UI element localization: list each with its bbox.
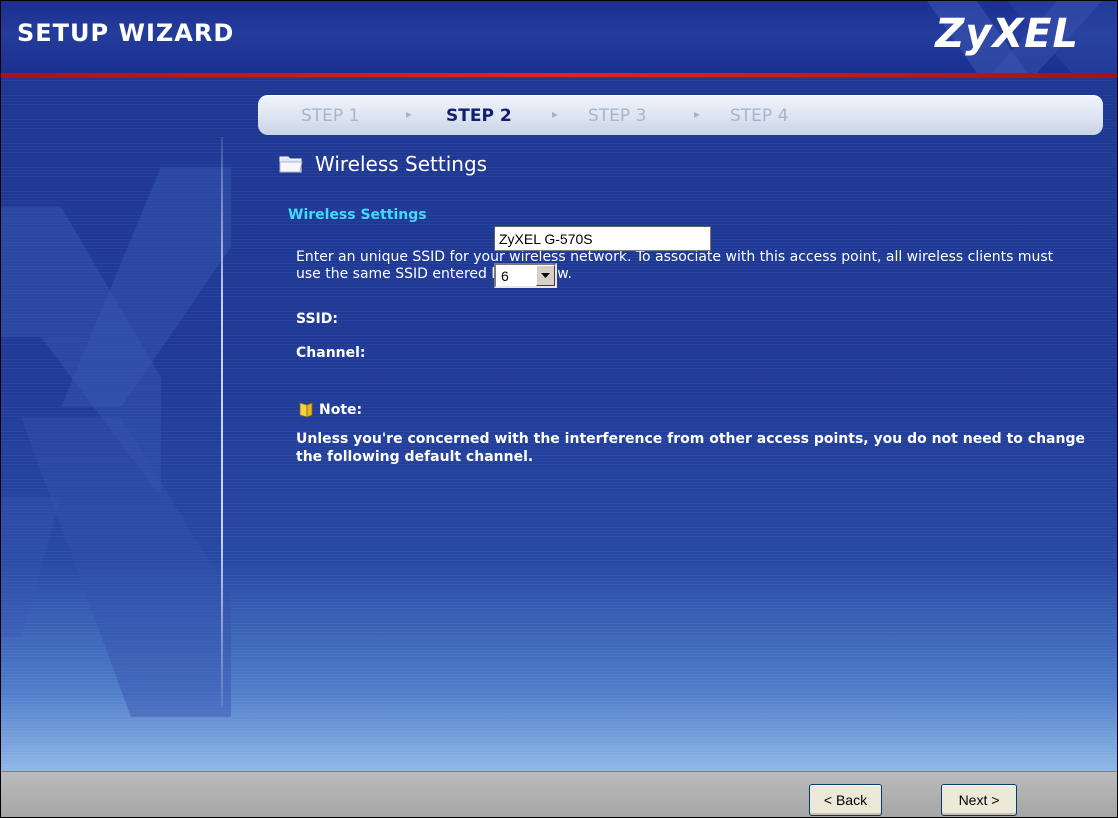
note-label: Note: xyxy=(319,402,363,418)
section-title: Wireless Settings xyxy=(288,207,427,223)
note-icon xyxy=(299,402,313,418)
dropdown-arrow-icon[interactable] xyxy=(536,265,555,286)
description-text: Enter an unique SSID for your wireless n… xyxy=(296,249,1054,282)
back-button[interactable]: < Back xyxy=(809,784,882,816)
step-1-label: STEP 1 xyxy=(301,106,360,126)
page-title: Wireless Settings xyxy=(315,152,488,176)
title-bar: SETUP WIZARD ZyXEL xyxy=(1,1,1117,73)
wizard-title: SETUP WIZARD xyxy=(17,19,235,47)
sidebar-divider xyxy=(221,137,223,707)
step-4-label: STEP 4 xyxy=(730,106,789,126)
step-arrow-icon: ▸ xyxy=(552,107,559,121)
step-progress-bar: STEP 1 ▸ STEP 2 ▸ STEP 3 ▸ STEP 4 xyxy=(258,95,1103,135)
ssid-input[interactable] xyxy=(494,226,711,251)
page-heading: Wireless Settings xyxy=(279,150,487,178)
folder-icon xyxy=(279,156,303,173)
main-panel: STEP 1 ▸ STEP 2 ▸ STEP 3 ▸ STEP 4 Wirele… xyxy=(1,77,1117,771)
step-3-label: STEP 3 xyxy=(588,106,647,126)
next-button[interactable]: Next > xyxy=(941,784,1017,816)
note-text: Unless you're concerned with the interfe… xyxy=(296,431,1085,465)
setup-wizard-window: SETUP WIZARD ZyXEL STEP 1 ▸ STEP 2 ▸ STE… xyxy=(0,0,1118,818)
background-x-decoration xyxy=(1,167,231,717)
note-header: Note: xyxy=(297,401,362,419)
ssid-label: SSID: xyxy=(296,311,338,327)
zyxel-logo: ZyXEL xyxy=(935,11,1079,57)
channel-select[interactable]: 6 xyxy=(494,263,557,288)
step-2-label: STEP 2 xyxy=(446,106,512,126)
step-arrow-icon: ▸ xyxy=(406,107,413,121)
channel-value: 6 xyxy=(501,267,509,284)
button-bar: < Back Next > xyxy=(1,771,1117,817)
step-arrow-icon: ▸ xyxy=(694,107,701,121)
channel-label: Channel: xyxy=(296,345,366,361)
